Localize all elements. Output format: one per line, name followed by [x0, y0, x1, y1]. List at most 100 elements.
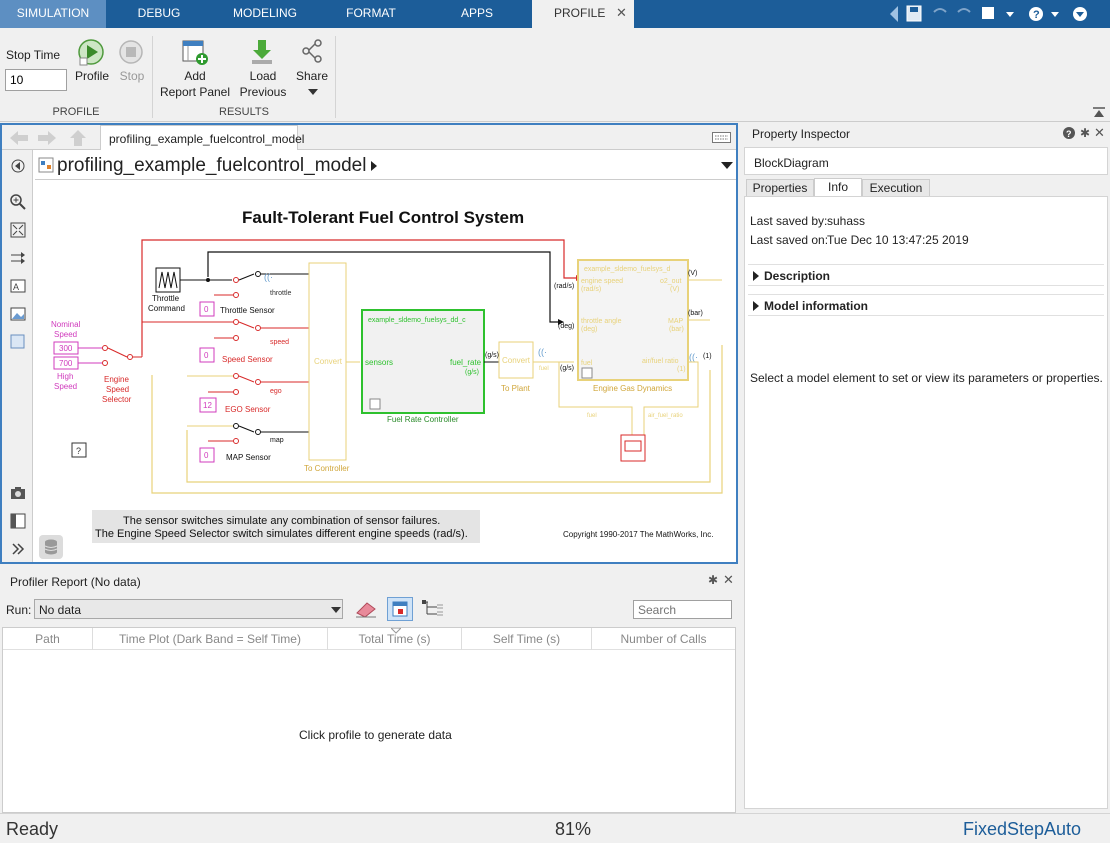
stop-icon	[119, 40, 143, 64]
run-select[interactable]: No data	[34, 599, 343, 619]
tab-execution[interactable]: Execution	[862, 179, 930, 197]
tab-properties[interactable]: Properties	[746, 179, 814, 197]
ego-sensor-switch[interactable]	[187, 373, 309, 395]
run-label: Run:	[6, 603, 32, 617]
map-sensor-switch[interactable]	[187, 423, 309, 444]
const-zero: 0	[204, 451, 209, 460]
model-browser-icon[interactable]	[10, 513, 26, 529]
object-name-box: BlockDiagram	[744, 147, 1108, 175]
to-plant-label: To Plant	[501, 384, 531, 393]
column-header-time-plot[interactable]: Time Plot (Dark Band = Self Time)	[93, 628, 328, 650]
column-header-calls[interactable]: Number of Calls	[592, 628, 735, 650]
profile-label: Profile	[74, 69, 109, 83]
stop-time-input[interactable]	[5, 69, 67, 91]
throttle-command-block[interactable]	[155, 267, 181, 293]
add-report-panel-button[interactable]: Add Report Panel	[158, 38, 232, 102]
column-header-path[interactable]: Path	[3, 628, 93, 650]
section-model-information[interactable]: Model information	[748, 294, 1104, 316]
add-report-line2: Report Panel	[159, 85, 231, 99]
forward-icon	[38, 131, 56, 145]
port-afr: air/fuel ratio	[642, 358, 679, 365]
help-block-mark: ?	[76, 446, 81, 456]
port-unit: (V)	[670, 286, 679, 293]
pin-icon[interactable]: ✱	[708, 573, 718, 587]
close-icon[interactable]: ✕	[723, 572, 734, 588]
eraser-icon[interactable]	[354, 599, 378, 619]
selector-label: Selector	[102, 395, 132, 404]
tab-debug[interactable]: DEBUG	[106, 0, 212, 28]
tab-simulation[interactable]: SIMULATION	[0, 0, 106, 28]
close-icon[interactable]: ✕	[616, 0, 627, 26]
close-icon[interactable]: ✕	[1094, 125, 1105, 141]
fit-to-view-icon[interactable]	[10, 222, 26, 238]
chevron-down-icon[interactable]	[721, 162, 733, 170]
area-icon[interactable]	[10, 334, 26, 350]
breadcrumb[interactable]: profiling_example_fuelcontrol_model	[57, 155, 366, 177]
find-icon	[982, 7, 994, 19]
solver-link[interactable]: FixedStepAuto	[963, 819, 1081, 840]
back-icon	[10, 131, 28, 145]
egd-reference: example_sldemo_fuelsys_d	[584, 266, 670, 273]
hide-explorer-icon[interactable]	[10, 158, 26, 174]
tab-profile[interactable]: PROFILE ✕	[532, 0, 634, 28]
chevron-right-icon	[753, 271, 759, 281]
database-icon[interactable]	[39, 535, 63, 559]
svg-text:?: ?	[1033, 9, 1040, 21]
load-previous-button[interactable]: Load Previous	[238, 38, 288, 102]
wifi-icon: ((·	[689, 352, 698, 362]
stop-time-label: Stop Time	[6, 48, 61, 62]
tree-view-icon[interactable]	[421, 599, 445, 619]
camera-icon[interactable]	[10, 485, 26, 501]
high-speed-label: Speed	[54, 382, 77, 391]
profiler-title: Profiler Report (No data)	[10, 575, 141, 589]
keyboard-icon[interactable]	[712, 132, 732, 144]
annotation-icon[interactable]: A	[10, 278, 26, 294]
search-input[interactable]	[633, 600, 732, 619]
chevron-right-icon[interactable]	[370, 161, 378, 171]
profile-button[interactable]: Profile	[72, 38, 112, 88]
inspector-title: Property Inspector	[752, 127, 851, 141]
last-saved-by-value: suhass	[827, 214, 866, 228]
tab-format[interactable]: FORMAT	[318, 0, 424, 28]
status-text: Ready	[6, 819, 59, 839]
tab-modeling[interactable]: MODELING	[212, 0, 318, 28]
document-tab[interactable]: profiling_example_fuelcontrol_model	[100, 125, 304, 150]
quick-access-icons: ?	[890, 5, 1087, 22]
zoom-level[interactable]: 81%	[555, 819, 591, 840]
help-icon[interactable]: ?	[1062, 126, 1076, 140]
block-diagram[interactable]: Fault-Tolerant Fuel Control System Nomin…	[34, 180, 736, 562]
expand-palette-icon[interactable]	[10, 541, 26, 557]
load-previous-line2: Previous	[239, 85, 287, 99]
port-engine-speed: engine speed	[581, 278, 623, 285]
throttle-label: Throttle	[152, 294, 180, 303]
document-tab-label: profiling_example_fuelcontrol_model	[109, 132, 305, 146]
canvas-navigation-bar: profiling_example_fuelcontrol_model	[2, 125, 736, 150]
const-twelve: 12	[203, 401, 212, 410]
redo-icon	[957, 8, 971, 13]
tab-info[interactable]: Info	[814, 178, 862, 197]
signal-ego: ego	[270, 388, 282, 395]
section-profile-label: PROFILE	[52, 106, 100, 118]
svg-text:A: A	[13, 282, 19, 292]
signal-unit: (V)	[688, 270, 697, 277]
port-sensors: sensors	[365, 358, 393, 367]
image-icon[interactable]	[10, 306, 26, 322]
signal-unit: (rad/s)	[554, 283, 574, 290]
run-select-value: No data	[39, 603, 82, 617]
last-saved-on-label: Last saved on:	[750, 233, 829, 247]
share-button[interactable]: Share	[294, 38, 330, 102]
report-panel-icon	[392, 601, 408, 617]
nominal-speed-label: Speed	[54, 330, 77, 339]
stop-button[interactable]: Stop	[114, 38, 150, 88]
column-header-self-time[interactable]: Self Time (s)	[462, 628, 592, 650]
port-unit: (rad/s)	[581, 286, 601, 293]
section-description[interactable]: Description	[748, 264, 1104, 286]
pin-icon[interactable]: ✱	[1080, 126, 1090, 140]
signal-unit: (g/s)	[560, 365, 574, 372]
report-panel-toggle[interactable]	[387, 597, 413, 621]
arrow-icon[interactable]	[10, 250, 26, 266]
zoom-icon[interactable]	[10, 194, 26, 210]
speed-sensor-switch[interactable]	[233, 319, 310, 341]
tab-apps[interactable]: APPS	[424, 0, 530, 28]
collapse-toolstrip-icon[interactable]	[1092, 106, 1106, 120]
